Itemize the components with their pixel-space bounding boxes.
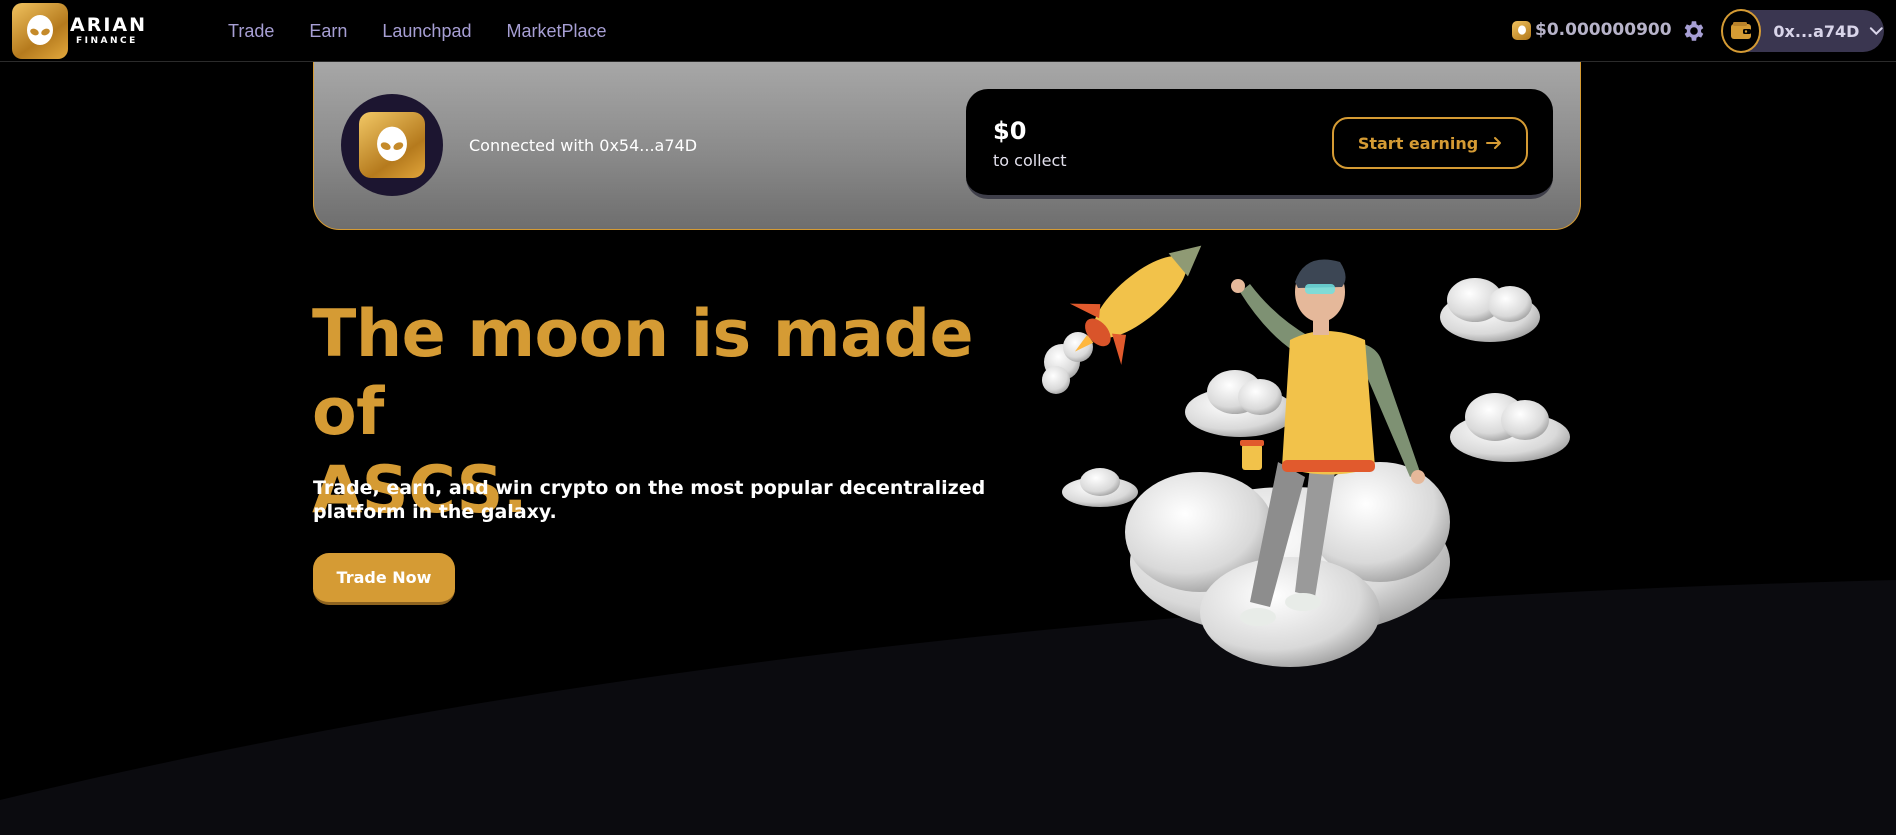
collect-card: $0 to collect Start earning [966, 89, 1553, 199]
wallet-button[interactable]: 0x...a74D [1721, 9, 1884, 53]
gear-icon[interactable] [1680, 18, 1706, 44]
hero-title-line1: The moon is made of [312, 297, 974, 450]
nav-link-marketplace[interactable]: MarketPlace [506, 21, 606, 42]
connected-status: Connected with 0x54...a74D [469, 136, 698, 155]
alien-logo-icon [12, 3, 68, 59]
nav-link-launchpad[interactable]: Launchpad [382, 21, 471, 42]
coin-icon [1512, 20, 1531, 40]
hero-illustration [1042, 245, 1570, 667]
nav-link-trade[interactable]: Trade [228, 21, 274, 42]
nav-link-earn[interactable]: Earn [309, 21, 347, 42]
wallet-address: 0x...a74D [1773, 21, 1860, 41]
background-wave [0, 580, 1896, 835]
logo-name: ARIAN [70, 14, 148, 36]
nav-links: Trade Earn Launchpad MarketPlace [228, 0, 642, 62]
start-earning-label: Start earning [1357, 133, 1479, 153]
top-navbar: ARIAN FINANCE Trade Earn Launchpad Marke… [0, 0, 1896, 62]
token-price[interactable]: $0.000000900 [1512, 20, 1672, 40]
trade-now-button[interactable]: Trade Now [313, 553, 455, 605]
logo-subtitle: FINANCE [76, 36, 138, 46]
start-earning-button[interactable]: Start earning [1332, 117, 1528, 169]
avatar [341, 94, 443, 196]
collect-amount: $0 [993, 117, 1027, 145]
chevron-down-icon [1870, 27, 1884, 36]
collect-label: to collect [993, 151, 1067, 170]
hero-subtitle-line2: platform in the galaxy. [313, 501, 557, 523]
token-price-value: $0.000000900 [1535, 20, 1672, 40]
arrow-right-icon [1486, 137, 1502, 149]
brand-logo[interactable]: ARIAN FINANCE [12, 3, 147, 59]
hero-subtitle-line1: Trade, earn, and win crypto on the most … [313, 477, 986, 499]
cloud-small [1440, 278, 1540, 342]
account-banner: Connected with 0x54...a74D $0 to collect… [313, 62, 1581, 230]
wallet-icon [1721, 9, 1762, 53]
hero-subtitle: Trade, earn, and win crypto on the most … [313, 476, 993, 524]
alien-avatar-icon [359, 112, 425, 178]
trade-now-label: Trade Now [336, 568, 432, 587]
